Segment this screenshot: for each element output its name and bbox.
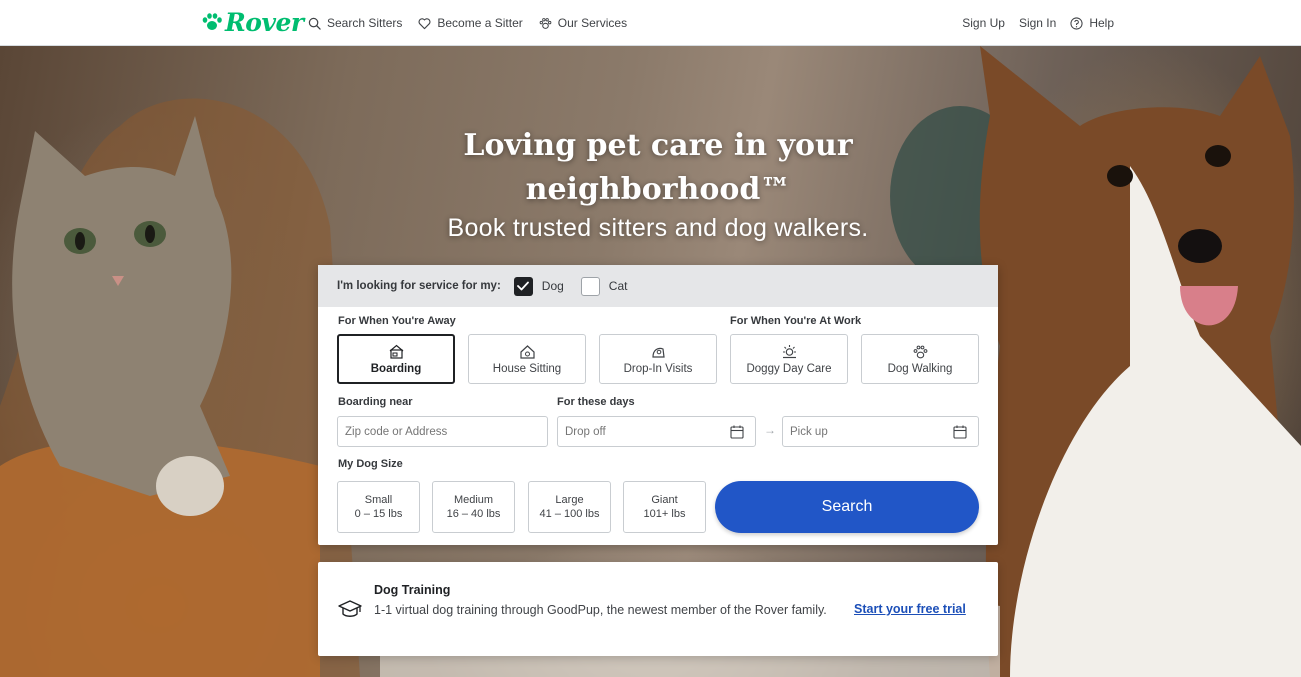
- dropoff-field[interactable]: [557, 416, 756, 447]
- size-giant-option[interactable]: Giant 101+ lbs: [623, 481, 706, 533]
- checkmark-icon: [517, 281, 530, 291]
- pet-type-question: I'm looking for service for my:: [337, 280, 501, 292]
- service-dog-walking[interactable]: Dog Walking: [861, 334, 979, 384]
- dropoff-input[interactable]: [565, 417, 755, 446]
- date-range-arrow-icon: →: [764, 423, 776, 437]
- service-boarding-label: Boarding: [370, 362, 422, 375]
- calendar-icon[interactable]: [730, 425, 744, 439]
- hero-subhead: Book trusted sitters and dog walkers.: [447, 214, 869, 242]
- pet-type-bar: I'm looking for service for my: Dog Cat: [318, 265, 998, 307]
- service-drop-in[interactable]: Drop-In Visits: [599, 334, 717, 384]
- help-label: Help: [1089, 16, 1114, 30]
- dog-size-label: My Dog Size: [338, 458, 403, 470]
- logo-wordmark: Rover: [225, 7, 304, 37]
- promo-title: Dog Training: [374, 583, 451, 597]
- paw-logo-icon: [202, 13, 222, 30]
- sign-up-label: Sign Up: [962, 16, 1005, 30]
- size-medium-name: Medium: [453, 494, 494, 506]
- nav-our-services-label: Our Services: [557, 16, 628, 30]
- size-small-range: 0 – 15 lbs: [354, 508, 403, 520]
- cat-checkbox-label: Cat: [608, 279, 628, 293]
- dog-training-banner: Dog Training 1-1 virtual dog training th…: [318, 562, 998, 656]
- nav-our-services[interactable]: Our Services: [539, 16, 627, 30]
- account-nav: Sign Up Sign In Help: [962, 0, 1114, 46]
- nav-become-sitter-label: Become a Sitter: [437, 16, 523, 30]
- service-house-sitting-label: House Sitting: [492, 362, 562, 375]
- size-large-range: 41 – 100 lbs: [539, 508, 600, 520]
- help-icon: [1070, 16, 1083, 30]
- paw-icon: [539, 17, 552, 29]
- graduation-cap-icon: [338, 600, 362, 617]
- heart-icon: [418, 17, 431, 29]
- work-services-label: For When You're At Work: [730, 315, 862, 327]
- help-link[interactable]: Help: [1070, 16, 1114, 30]
- pickup-field[interactable]: [782, 416, 979, 447]
- dog-checkbox[interactable]: [513, 276, 533, 296]
- service-boarding[interactable]: Boarding: [337, 334, 455, 384]
- size-large-name: Large: [555, 494, 584, 506]
- dates-label: For these days: [557, 396, 635, 408]
- service-day-care-label: Doggy Day Care: [746, 362, 832, 375]
- sign-up-link[interactable]: Sign Up: [962, 16, 1005, 30]
- size-small-name: Small: [364, 494, 393, 506]
- dog-checkbox-label: Dog: [541, 279, 564, 293]
- sign-in-link[interactable]: Sign In: [1019, 16, 1056, 30]
- cat-checkbox[interactable]: [580, 276, 600, 296]
- service-drop-in-label: Drop-In Visits: [623, 362, 693, 375]
- size-large-option[interactable]: Large 41 – 100 lbs: [528, 481, 611, 533]
- house-sitting-icon: [519, 344, 535, 359]
- size-medium-range: 16 – 40 lbs: [446, 508, 501, 520]
- hero-section: Loving pet care in your neighborhood™ Bo…: [0, 46, 1301, 677]
- search-form-card: I'm looking for service for my: Dog Cat …: [318, 265, 998, 545]
- sign-in-label: Sign In: [1018, 16, 1057, 30]
- pickup-input[interactable]: [790, 417, 978, 446]
- hero-headline: Loving pet care in your neighborhood™: [463, 128, 853, 207]
- away-services-label: For When You're Away: [338, 315, 456, 327]
- service-dog-walking-label: Dog Walking: [887, 362, 953, 375]
- size-giant-name: Giant: [651, 494, 678, 506]
- rover-logo[interactable]: Rover: [201, 6, 304, 38]
- primary-nav: Search Sitters Become a Sitter Our Servi…: [308, 0, 627, 46]
- location-field[interactable]: [337, 416, 548, 447]
- location-input[interactable]: [345, 417, 547, 446]
- search-icon: [308, 17, 321, 30]
- size-medium-option[interactable]: Medium 16 – 40 lbs: [432, 481, 515, 533]
- size-giant-range: 101+ lbs: [643, 508, 686, 520]
- search-button[interactable]: Search: [715, 481, 979, 533]
- boarding-icon: [389, 344, 403, 359]
- cat-checkbox-option[interactable]: Cat: [580, 276, 628, 296]
- size-small-option[interactable]: Small 0 – 15 lbs: [337, 481, 420, 533]
- nav-search-sitters-label: Search Sitters: [327, 16, 403, 30]
- top-nav: Rover Search Sitters Become a Sitter Our…: [0, 0, 1301, 46]
- dog-walking-icon: [913, 345, 927, 358]
- calendar-icon[interactable]: [953, 425, 967, 439]
- nav-become-sitter[interactable]: Become a Sitter: [418, 16, 523, 30]
- service-day-care[interactable]: Doggy Day Care: [730, 334, 848, 384]
- drop-in-icon: [651, 347, 665, 358]
- nav-search-sitters[interactable]: Search Sitters: [308, 16, 402, 30]
- day-care-icon: [782, 344, 796, 358]
- location-label: Boarding near: [338, 396, 413, 408]
- service-house-sitting[interactable]: House Sitting: [468, 334, 586, 384]
- promo-description: 1-1 virtual dog training through GoodPup…: [374, 603, 827, 617]
- free-trial-link[interactable]: Start your free trial: [854, 602, 966, 616]
- dog-checkbox-option[interactable]: Dog: [513, 276, 564, 296]
